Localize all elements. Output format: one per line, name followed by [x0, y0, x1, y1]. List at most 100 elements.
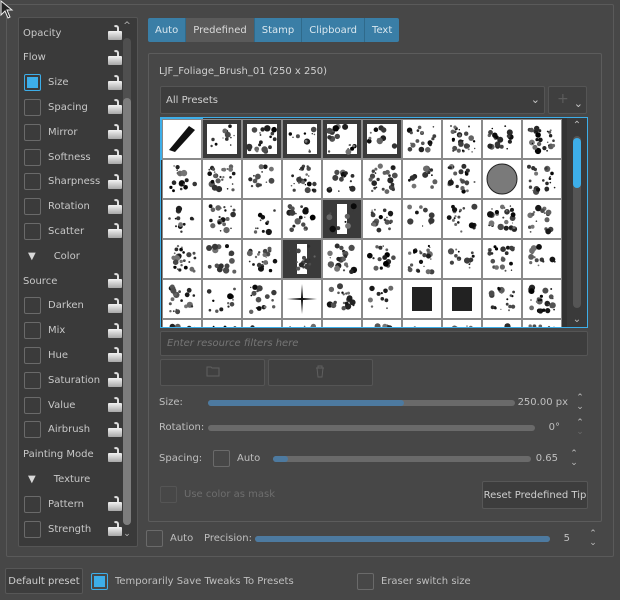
option-spacing[interactable]: Spacing [19, 95, 123, 119]
chevron-down-icon[interactable]: ⌄ [586, 539, 600, 548]
brush-tip-vertical-bars[interactable] [402, 119, 442, 159]
brush-tip-tip-56[interactable] [362, 319, 402, 327]
brush-tip-hatch-cloud[interactable] [162, 239, 202, 279]
unlocked-icon[interactable] [107, 322, 123, 338]
brush-tip-splat-ink[interactable] [162, 199, 202, 239]
tab-auto[interactable]: Auto [148, 18, 187, 42]
brush-tip-speckle-square[interactable] [242, 119, 282, 159]
unlocked-icon[interactable] [107, 25, 123, 40]
precision-slider[interactable] [255, 536, 550, 542]
option-checkbox[interactable] [24, 396, 41, 414]
brush-tip-grunge-block[interactable] [522, 159, 562, 199]
tab-predefined[interactable]: Predefined [186, 18, 255, 42]
unlocked-icon[interactable] [107, 223, 123, 239]
brush-tip-barcode[interactable] [362, 119, 402, 159]
brush-tip-splat-cluster[interactable] [362, 159, 402, 199]
option-size[interactable]: Size [19, 71, 123, 95]
brush-tip-grass-tuft[interactable] [482, 239, 522, 279]
brush-tip-sparkles[interactable] [442, 199, 482, 239]
brush-tip-tip-53[interactable] [242, 319, 282, 327]
unlocked-icon[interactable] [107, 74, 123, 90]
chevron-down-icon[interactable]: ⌄ [573, 403, 587, 412]
unlocked-icon[interactable] [107, 496, 123, 512]
rotation-spinner[interactable]: ⌃ ⌄ [573, 419, 587, 437]
option-checkbox[interactable] [24, 297, 41, 315]
unlocked-icon[interactable] [107, 49, 123, 65]
option-darken[interactable]: Darken [19, 294, 123, 318]
unlocked-icon[interactable] [107, 297, 123, 313]
option-checkbox[interactable] [24, 222, 41, 240]
option-texture[interactable]: ▼ Texture [19, 467, 123, 491]
option-rotation[interactable]: Rotation [19, 195, 123, 219]
scrollbar-thumb[interactable] [123, 98, 131, 525]
brush-tip-small-splats[interactable] [322, 159, 362, 199]
brush-tip-leaves[interactable] [322, 239, 362, 279]
tab-stamp[interactable]: Stamp [254, 18, 303, 42]
brush-tip-feather-2[interactable] [522, 279, 562, 319]
size-spinner[interactable]: ⌃ ⌄ [573, 394, 587, 412]
brush-tip-leaf-fan[interactable] [362, 199, 402, 239]
brush-options-list[interactable]: ^ ⌄ Opacity Flow Size Spacing Mirror Softness… [18, 17, 138, 547]
option-strength[interactable]: Strength [19, 517, 123, 541]
brush-tip-faint-dots[interactable] [202, 279, 242, 319]
option-hue[interactable]: Hue [19, 343, 123, 367]
unlocked-icon[interactable] [107, 198, 123, 214]
brush-tip-black-square[interactable] [402, 279, 442, 319]
brush-tip-tip-57[interactable] [402, 319, 442, 327]
brush-tip-tip-51[interactable] [162, 319, 202, 327]
brush-tip-sparse-speckle[interactable] [522, 199, 562, 239]
brush-tip-bricks[interactable] [242, 279, 282, 319]
brush-tip-bubble-ring[interactable] [282, 159, 322, 199]
option-color[interactable]: ▼ Color [19, 244, 123, 268]
unlocked-icon[interactable] [107, 521, 123, 536]
brush-tip-grunge-wide[interactable] [322, 119, 362, 159]
unlocked-icon[interactable] [107, 372, 123, 388]
precision-auto-checkbox[interactable] [146, 530, 163, 547]
brush-tip-tip-55[interactable] [322, 319, 362, 327]
option-checkbox[interactable] [24, 520, 41, 538]
scroll-up-icon[interactable]: ⌃ [570, 120, 584, 131]
rotation-slider[interactable] [208, 425, 535, 431]
collapse-triangle-icon[interactable]: ▼ [28, 474, 36, 485]
brush-tip-dots-cluster[interactable] [522, 119, 562, 159]
brush-tip-mound[interactable] [522, 239, 562, 279]
unlocked-icon[interactable] [107, 347, 123, 363]
unlocked-icon[interactable] [107, 273, 123, 288]
chevron-down-icon[interactable]: ⌄ [573, 428, 587, 437]
add-tag-dropdown[interactable]: + ⌄ [548, 86, 587, 114]
brush-tip-solid-circle[interactable] [482, 159, 522, 199]
unlocked-icon[interactable] [107, 446, 123, 462]
option-mix[interactable]: Mix [19, 319, 123, 343]
option-checkbox[interactable] [24, 421, 41, 439]
scrollbar-thumb[interactable] [573, 138, 581, 188]
option-checkbox[interactable] [24, 98, 41, 116]
option-checkbox[interactable] [24, 495, 41, 513]
spacing-slider[interactable] [273, 456, 531, 462]
resource-filter-field[interactable] [160, 331, 588, 356]
spacing-auto-checkbox[interactable] [213, 450, 230, 467]
option-saturation[interactable]: Saturation [19, 368, 123, 392]
option-scatter[interactable]: Scatter [19, 219, 123, 243]
brush-tip-soft-cloud[interactable] [402, 199, 442, 239]
unlocked-icon[interactable] [107, 99, 123, 115]
eraser-switch-checkbox[interactable] [357, 573, 374, 590]
brush-tip-narrow-streaks[interactable] [282, 239, 322, 279]
brush-tip-bush[interactable] [442, 239, 482, 279]
option-source[interactable]: Source [19, 269, 123, 293]
option-painting-mode[interactable]: Painting Mode [19, 443, 123, 467]
delete-tip-button[interactable] [268, 359, 373, 386]
brush-tip-tip-58[interactable] [442, 319, 482, 327]
brush-tip-soft-smear[interactable] [242, 239, 282, 279]
brush-tip-black-square-2[interactable] [442, 279, 482, 319]
brush-tip-tip-60[interactable] [522, 319, 562, 327]
use-color-mask-checkbox[interactable] [160, 486, 177, 503]
brush-tip-scribble-ball[interactable] [362, 279, 402, 319]
size-slider[interactable] [208, 400, 515, 406]
collapse-triangle-icon[interactable]: ▼ [28, 251, 36, 262]
option-opacity[interactable]: Opacity [19, 21, 123, 45]
scroll-down-icon[interactable]: ⌄ [570, 314, 584, 325]
brush-tip-textured-circle[interactable] [242, 159, 282, 199]
unlocked-icon[interactable] [107, 173, 123, 189]
option-sharpness[interactable]: Sharpness [19, 170, 123, 194]
unlocked-icon[interactable] [107, 149, 123, 164]
